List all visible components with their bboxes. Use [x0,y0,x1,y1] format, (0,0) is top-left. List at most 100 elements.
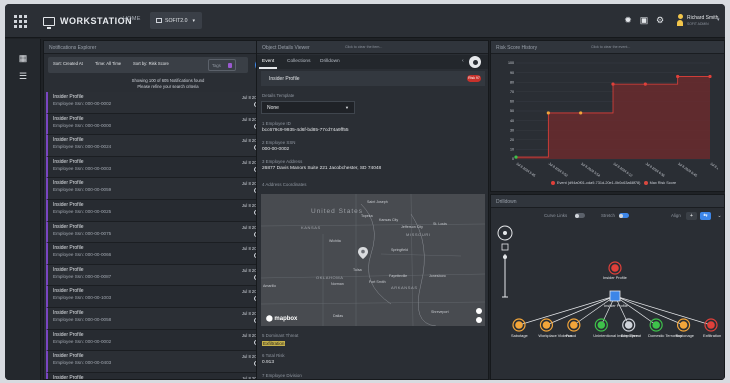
results-summary: Showing 100 of 605 Notifications found P… [44,78,291,90]
sort-created-chip[interactable]: Sort: Created At [53,61,83,66]
user-menu-chevron-icon[interactable]: ▾ [717,17,720,23]
leaf-node[interactable] [594,318,608,332]
field-value: 0.913 [262,360,275,365]
mid-node[interactable] [609,290,621,302]
list-item[interactable]: Insider Profile Employee Ssn: 000-00-0066… [46,243,290,265]
tag-color-swatch [228,63,232,68]
map-label: Amarillo [263,284,276,288]
map-label: Jonesboro [429,274,446,278]
map-label: Springfield [391,248,408,252]
leaf-node[interactable] [622,318,636,332]
map-label: Saint Joseph [367,200,388,204]
y-tick-label: 20 [510,138,514,142]
info-icon[interactable] [476,317,482,323]
collapse-icon[interactable]: ⌄ [714,212,724,220]
reset-button[interactable]: ⇆ [700,212,711,220]
list-item[interactable]: Insider Profile Employee Ssn: 000-00-0002… [46,92,290,114]
notifications-list: Insider Profile Employee Ssn: 000-00-0002… [46,92,290,379]
data-point[interactable] [643,82,647,86]
avatar[interactable] [677,14,683,26]
leaf-node[interactable] [649,318,663,332]
leaf-node[interactable] [676,318,691,332]
list-item[interactable]: Insider Profile Employee Ssn: 000-00-0002… [46,329,290,352]
notes-icon[interactable]: ▣ [639,15,649,25]
tab-sofit[interactable]: SOFIT2.0 ▾ [150,12,202,29]
leaf-node[interactable] [512,318,526,332]
notifications-panel: Notifications Explorer Sort: Created At … [43,40,292,380]
data-point[interactable] [708,74,712,79]
gear-icon[interactable]: ⚙ [655,15,665,25]
x-tick-label: Jul 8 2024 5:54 [580,162,601,178]
list-item[interactable]: Insider Profile Employee Ssn: 000-00-0003… [46,156,290,179]
field-label: 3 Employee Address [262,159,303,164]
legend-item[interactable]: Max Risk Score [643,181,676,185]
leaf-node[interactable] [704,318,718,332]
list-item[interactable]: Insider Profile Employee Ssn: 000-00-1003… [46,286,290,308]
template-select[interactable]: None ▼ [261,101,355,114]
alert-icon[interactable]: ✹ [623,15,633,25]
leaf-node[interactable] [539,318,554,332]
list-item[interactable]: Insider Profile Employee Ssn: 000-00-0059… [46,178,290,200]
list-item[interactable]: Insider Profile Employee Ssn: 000-00-0058… [46,307,290,330]
map-pin-icon[interactable] [358,247,368,259]
monitor-icon [43,16,55,29]
root-node[interactable] [608,261,622,275]
list-item[interactable]: Insider ProfileJul 8 2024, 6:31:14 PM [46,372,290,379]
drilldown-tree[interactable] [491,225,725,375]
list-item[interactable]: Insider Profile Employee Ssn: 000-00-0087… [46,264,290,287]
time-filter-chip[interactable]: Time: All Time [95,61,121,66]
legend-item[interactable]: Event (d94a0f01-cda9-731d-20e1-0b0c63a68… [551,181,640,185]
compass-icon[interactable] [476,308,482,314]
list-item[interactable]: Insider Profile Employee Ssn: 000-00-0403… [46,351,290,373]
data-point[interactable] [579,111,583,115]
list-item[interactable]: Insider Profile Employee Ssn: 000-00-0024… [46,135,290,157]
list-item[interactable]: Insider Profile Employee Ssn: 000-00-0075… [46,221,290,244]
zoom-in-button[interactable]: + [686,212,697,220]
field-label: 6 Total Risk [262,353,285,358]
root-node-label: Insider Profile [603,275,627,280]
x-tick-label: Jul 8 2024 5:52 [548,162,569,178]
list-item[interactable]: Insider Profile Employee Ssn: 000-00-0025… [46,199,290,222]
data-point[interactable] [611,82,615,86]
risk-chart[interactable]: 0 10 20 30 40 50 60 70 80 90 100 Jul 8 2024 5:45 Jul… [504,59,718,186]
align-label: Align [671,213,681,218]
user-name[interactable]: Richard Smith [687,15,718,21]
filter-bar: Sort: Created At Time: All Time Sort by:… [48,57,248,73]
risk-badge: Risk 97 [467,75,481,82]
tabs-scroll-icon[interactable]: ‹ [462,58,464,64]
leaf-node[interactable] [567,318,581,332]
tags-input[interactable]: Tags [208,59,236,71]
x-tick-label: Jul 8 2024 6:36 [645,162,666,178]
stretch-toggle[interactable] [619,213,629,218]
crosshair-icon[interactable] [469,56,481,68]
apps-grid-icon[interactable] [11,13,29,29]
threat-value: Exfiltration [262,341,286,346]
field-value: 26877 Davis Manors Suite 221 Jacobcheste… [262,166,382,171]
mapbox-logo: ⬤ mapbox [266,316,298,322]
sliders-icon[interactable]: ☰ [18,71,28,81]
x-tick-label: Jul 8 2024 5:45 [515,162,536,178]
top-bar: WORKSTATION HOME SOFIT2.0 ▾ ✹ ▣ ⚙ Richar… [5,4,725,38]
tab-collections[interactable]: Collections [287,59,310,64]
window-icon [156,18,162,23]
tab-event[interactable]: Event [262,59,274,64]
curve-links-toggle[interactable] [575,213,585,218]
data-point[interactable] [514,155,518,159]
data-point[interactable] [546,111,550,115]
chevron-down-icon: ▼ [345,105,349,110]
tab-drilldown[interactable]: Drilldown [320,59,340,64]
chart-legend: Event (d94a0f01-cda9-731d-20e1-0b0c63a68… [551,181,676,185]
legend-swatch [643,181,648,185]
app-title: WORKSTATION [60,16,133,26]
data-point[interactable] [676,74,680,79]
sort-risk-chip[interactable]: Sort by: Risk Score [133,61,169,66]
y-tick-label: 70 [510,90,514,94]
nav-home-link[interactable]: HOME [123,16,141,22]
map-state-label: KANSAS [301,225,321,230]
list-item[interactable]: Insider Profile Employee Ssn: 000-00-0000… [46,113,290,136]
location-map[interactable]: Saint Joseph United States Topeka Kansas… [261,194,485,326]
drilldown-panel: Drilldown Curve Links Stretch Align + ⇆ … [490,194,725,380]
map-label: Topeka [361,214,373,218]
dashboard-icon[interactable]: ▦ [18,53,28,63]
leaf-node-label: Espionage [675,333,694,338]
